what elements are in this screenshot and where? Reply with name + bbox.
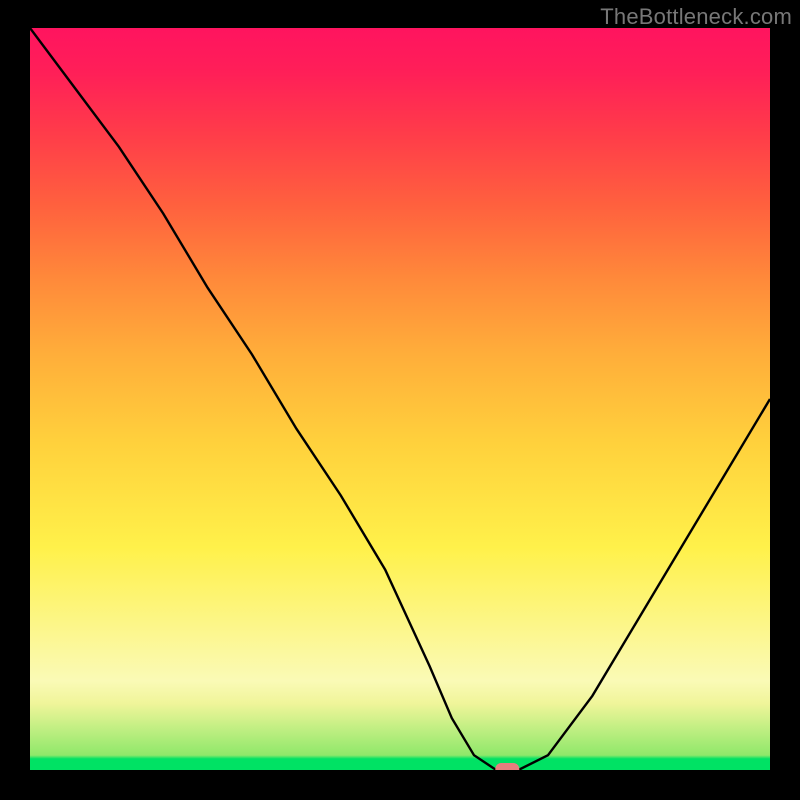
watermark-text: TheBottleneck.com xyxy=(600,4,792,30)
minimum-marker xyxy=(495,763,519,770)
bottleneck-curve xyxy=(30,28,770,770)
plot-area xyxy=(30,28,770,770)
plot-svg xyxy=(30,28,770,770)
chart-container: TheBottleneck.com xyxy=(0,0,800,800)
